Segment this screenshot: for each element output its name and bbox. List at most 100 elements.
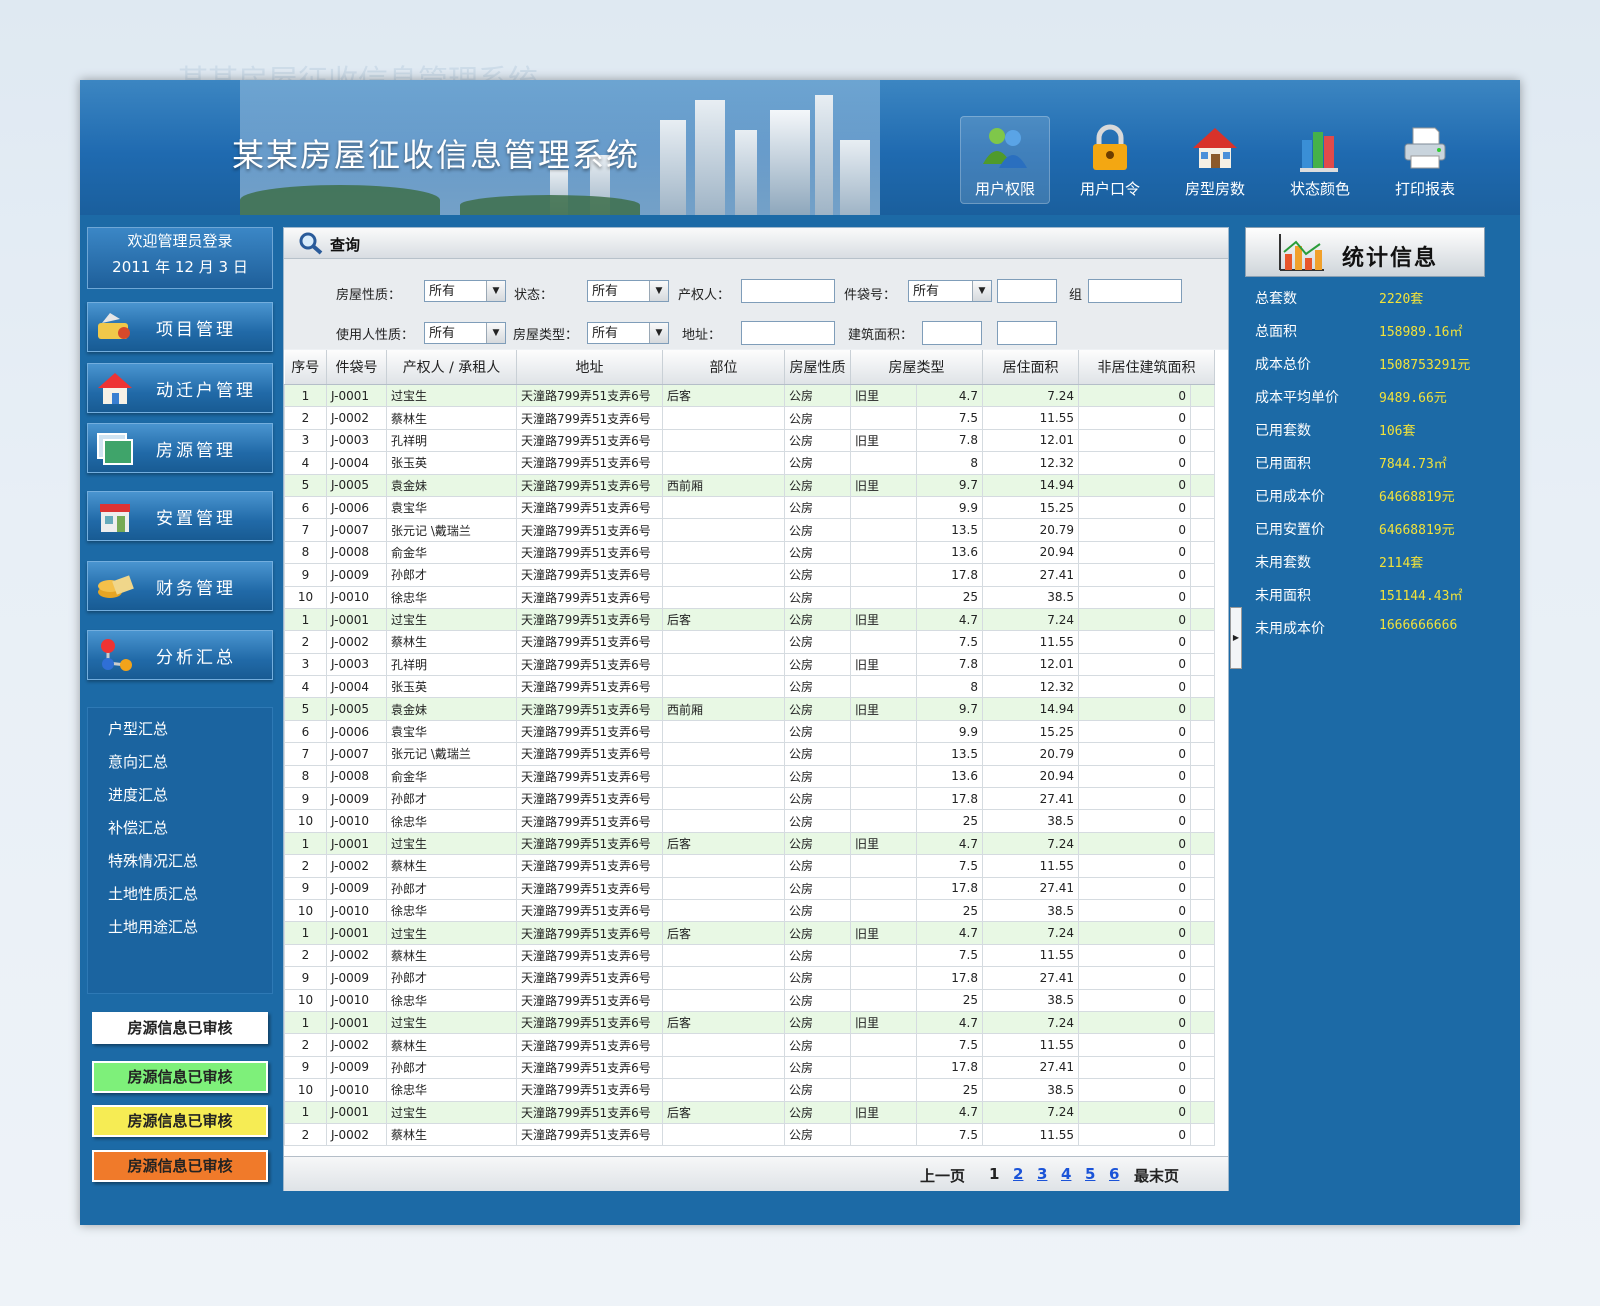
cell-location (662, 652, 785, 677)
col-header-house-nature[interactable]: 房屋性质 (784, 350, 851, 385)
cell-house-type: 旧里 (850, 1010, 917, 1035)
col-header-living-area[interactable]: 居住面积 (982, 350, 1079, 385)
nav-housing-source[interactable]: 房源管理 (87, 423, 273, 473)
subnav-unit-type-summary[interactable]: 户型汇总 (108, 718, 168, 739)
cell-owner: 蔡林生 (386, 1033, 517, 1057)
group-label: 组 (1069, 288, 1083, 303)
toolbar-user-password[interactable]: 用户口令 (1065, 116, 1155, 204)
table-row[interactable]: 2 J-0002 蔡林生 天潼路799弄51支弄6号 公房 7.5 11.55 0 (284, 943, 1215, 968)
col-header-owner[interactable]: 产权人 / 承租人 (386, 350, 517, 385)
audit-status-orange[interactable]: 房源信息已审核 (92, 1150, 268, 1182)
col-header-nonliving-area[interactable]: 非居住建筑面积 (1078, 350, 1215, 385)
table-row[interactable]: 10 J-0010 徐忠华 天潼路799弄51支弄6号 公房 25 38.5 0 (284, 809, 1215, 833)
table-row[interactable]: 10 J-0010 徐忠华 天潼路799弄51支弄6号 公房 25 38.5 0 (284, 1078, 1215, 1102)
cell-area: 11.55 (982, 1122, 1079, 1147)
nav-resettlement[interactable]: 安置管理 (87, 491, 273, 541)
house-nature-select[interactable]: 所有 ▼ (424, 280, 506, 302)
table-row[interactable]: 5 J-0005 袁金妹 天潼路799弄51支弄6号 西前厢 公房 旧里 9.7 14.94 0 (284, 473, 1215, 497)
subnav-special-case-summary[interactable]: 特殊情况汇总 (108, 850, 198, 871)
cell-address: 天潼路799弄51支弄6号 (516, 1033, 663, 1057)
subnav-land-use-summary[interactable]: 土地用途汇总 (108, 916, 198, 937)
last-page-link[interactable]: 最末页 (1134, 1165, 1179, 1186)
prev-page-link[interactable]: 上一页 (920, 1165, 965, 1186)
table-row[interactable]: 2 J-0002 蔡林生 天潼路799弄51支弄6号 公房 7.5 11.55 0 (284, 630, 1215, 654)
col-header-bag-no[interactable]: 件袋号 (326, 350, 387, 385)
table-row[interactable]: 7 J-0007 张元记 \戴瑞兰 天潼路799弄51支弄6号 公房 13.5 20.79 0 (284, 742, 1215, 766)
table-row[interactable]: 10 J-0010 徐忠华 天潼路799弄51支弄6号 公房 25 38.5 0 (284, 988, 1215, 1012)
build-area-max-input[interactable] (997, 321, 1057, 345)
col-header-index[interactable]: 序号 (284, 350, 327, 385)
col-header-address[interactable]: 地址 (516, 350, 663, 385)
owner-input[interactable] (741, 279, 835, 303)
bag-no-select[interactable]: 所有 ▼ (908, 280, 992, 302)
table-row[interactable]: 2 J-0002 蔡林生 天潼路799弄51支弄6号 公房 7.5 11.55 0 (284, 406, 1215, 430)
cell-house-nature: 公房 (784, 563, 851, 587)
table-row[interactable]: 1 J-0001 过宝生 天潼路799弄51支弄6号 后客 公房 旧里 4.7 7.24 0 (284, 1100, 1215, 1124)
cell-living-area: 17.8 (916, 876, 983, 900)
table-row[interactable]: 1 J-0001 过宝生 天潼路799弄51支弄6号 后客 公房 旧里 4.7 7.24 0 (284, 831, 1215, 856)
page-6-link[interactable]: 6 (1109, 1165, 1119, 1183)
table-row[interactable]: 6 J-0006 袁宝华 天潼路799弄51支弄6号 公房 9.9 15.25 0 (284, 495, 1215, 520)
page-4-link[interactable]: 4 (1061, 1165, 1071, 1183)
audit-status-white[interactable]: 房源信息已审核 (92, 1012, 268, 1044)
table-row[interactable]: 6 J-0006 袁宝华 天潼路799弄51支弄6号 公房 9.9 15.25 0 (284, 719, 1215, 744)
page-1[interactable]: 1 (989, 1165, 999, 1183)
stat-label: 已用套数 (1255, 423, 1311, 439)
subnav-progress-summary[interactable]: 进度汇总 (108, 784, 168, 805)
table-row[interactable]: 3 J-0003 孔祥明 天潼路799弄51支弄6号 公房 旧里 7.8 12.01 0 (284, 652, 1215, 677)
table-row[interactable]: 1 J-0001 过宝生 天潼路799弄51支弄6号 后客 公房 旧里 4.7 7.24 0 (284, 383, 1215, 408)
toolbar-status-colors[interactable]: 状态颜色 (1275, 116, 1365, 204)
table-row[interactable]: 7 J-0007 张元记 \戴瑞兰 天潼路799弄51支弄6号 公房 13.5 20.79 0 (284, 518, 1215, 542)
subnav-intention-summary[interactable]: 意向汇总 (108, 751, 168, 772)
table-row[interactable]: 4 J-0004 张玉英 天潼路799弄51支弄6号 公房 8 12.32 0 (284, 675, 1215, 699)
audit-status-yellow[interactable]: 房源信息已审核 (92, 1105, 268, 1137)
page-3-link[interactable]: 3 (1037, 1165, 1047, 1183)
cell-bag-no: J-0009 (326, 876, 387, 900)
toolbar-print-report[interactable]: 打印报表 (1380, 116, 1470, 204)
nav-relocation-household[interactable]: 动迁户管理 (87, 363, 273, 413)
page-5-link[interactable]: 5 (1085, 1165, 1095, 1183)
table-row[interactable]: 9 J-0009 孙郎才 天潼路799弄51支弄6号 公房 17.8 27.41 0 (284, 966, 1215, 990)
subnav-compensation-summary[interactable]: 补偿汇总 (108, 817, 168, 838)
cell-nonliving-area: 0 (1078, 406, 1191, 430)
audit-status-green[interactable]: 房源信息已审核 (92, 1061, 268, 1093)
col-header-house-type[interactable]: 房屋类型 (850, 350, 983, 385)
cell-address: 天潼路799弄51支弄6号 (516, 898, 663, 923)
bag-no-input[interactable] (997, 279, 1057, 303)
build-area-min-input[interactable] (922, 321, 982, 345)
table-row[interactable]: 8 J-0008 俞金华 天潼路799弄51支弄6号 公房 13.6 20.94 0 (284, 764, 1215, 789)
group-input[interactable] (1088, 279, 1182, 303)
subnav-land-nature-summary[interactable]: 土地性质汇总 (108, 883, 198, 904)
page-2-link[interactable]: 2 (1013, 1165, 1023, 1183)
table-row[interactable]: 8 J-0008 俞金华 天潼路799弄51支弄6号 公房 13.6 20.94 0 (284, 540, 1215, 565)
toolbar-house-types[interactable]: 房型房数 (1170, 116, 1260, 204)
nav-project-management[interactable]: 项目管理 (87, 302, 273, 352)
table-row[interactable]: 9 J-0009 孙郎才 天潼路799弄51支弄6号 公房 17.8 27.41 0 (284, 1055, 1215, 1080)
collapse-stats-toggle[interactable]: ▶ (1230, 607, 1242, 669)
table-row[interactable]: 5 J-0005 袁金妹 天潼路799弄51支弄6号 西前厢 公房 旧里 9.7 14.94 0 (284, 697, 1215, 721)
table-row[interactable]: 2 J-0002 蔡林生 天潼路799弄51支弄6号 公房 7.5 11.55 0 (284, 854, 1215, 878)
col-header-location[interactable]: 部位 (662, 350, 785, 385)
address-input[interactable] (741, 321, 835, 345)
table-row[interactable]: 9 J-0009 孙郎才 天潼路799弄51支弄6号 公房 17.8 27.41 0 (284, 563, 1215, 587)
table-row[interactable]: 1 J-0001 过宝生 天潼路799弄51支弄6号 后客 公房 旧里 4.7 7.24 0 (284, 921, 1215, 945)
table-row[interactable]: 4 J-0004 张玉英 天潼路799弄51支弄6号 公房 8 12.32 0 (284, 451, 1215, 475)
cell-bag-no: J-0001 (326, 1010, 387, 1035)
table-row[interactable]: 2 J-0002 蔡林生 天潼路799弄51支弄6号 公房 7.5 11.55 0 (284, 1122, 1215, 1147)
status-select[interactable]: 所有 ▼ (587, 280, 669, 302)
table-row[interactable]: 1 J-0001 过宝生 天潼路799弄51支弄6号 后客 公房 旧里 4.7 7.24 0 (284, 1010, 1215, 1035)
house-type-select[interactable]: 所有 ▼ (587, 322, 669, 344)
toolbar-user-permissions[interactable]: 用户权限 (960, 116, 1050, 204)
table-row[interactable]: 10 J-0010 徐忠华 天潼路799弄51支弄6号 公房 25 38.5 0 (284, 585, 1215, 609)
nav-finance[interactable]: 财务管理 (87, 561, 273, 611)
table-row[interactable]: 9 J-0009 孙郎才 天潼路799弄51支弄6号 公房 17.8 27.41 0 (284, 876, 1215, 900)
table-row[interactable]: 1 J-0001 过宝生 天潼路799弄51支弄6号 后客 公房 旧里 4.7 7.24 0 (284, 607, 1215, 632)
cell-filler (1190, 1122, 1215, 1147)
user-nature-select[interactable]: 所有 ▼ (424, 322, 506, 344)
cell-nonliving-area: 0 (1078, 966, 1191, 990)
table-row[interactable]: 10 J-0010 徐忠华 天潼路799弄51支弄6号 公房 25 38.5 0 (284, 898, 1215, 923)
table-row[interactable]: 9 J-0009 孙郎才 天潼路799弄51支弄6号 公房 17.8 27.41 0 (284, 787, 1215, 811)
table-row[interactable]: 2 J-0002 蔡林生 天潼路799弄51支弄6号 公房 7.5 11.55 0 (284, 1033, 1215, 1057)
nav-analysis-summary[interactable]: 分析汇总 (87, 630, 273, 680)
table-row[interactable]: 3 J-0003 孔祥明 天潼路799弄51支弄6号 公房 旧里 7.8 12.01 0 (284, 428, 1215, 453)
